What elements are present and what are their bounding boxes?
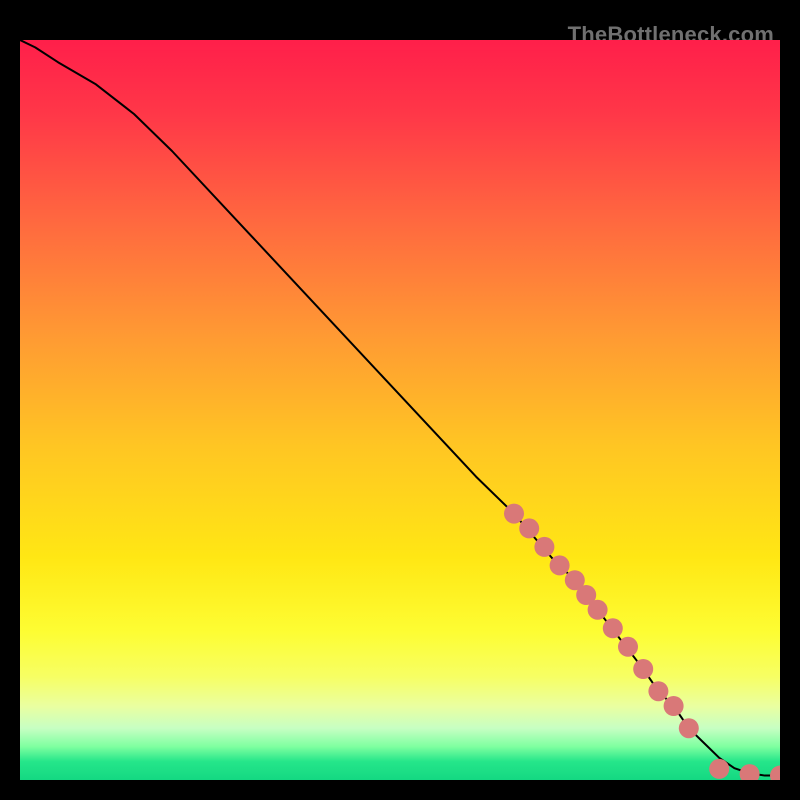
- data-point: [618, 637, 638, 657]
- data-point: [709, 759, 729, 779]
- data-point: [603, 618, 623, 638]
- data-point: [504, 504, 524, 524]
- data-point: [550, 555, 570, 575]
- data-point: [519, 518, 539, 538]
- data-point: [534, 537, 554, 557]
- chart-svg: [20, 40, 780, 780]
- data-point: [664, 696, 684, 716]
- data-point: [679, 718, 699, 738]
- data-point: [633, 659, 653, 679]
- data-point: [588, 600, 608, 620]
- chart-frame: TheBottleneck.com: [20, 20, 780, 780]
- chart-plot: [20, 40, 780, 780]
- data-point: [648, 681, 668, 701]
- gradient-background: [20, 40, 780, 780]
